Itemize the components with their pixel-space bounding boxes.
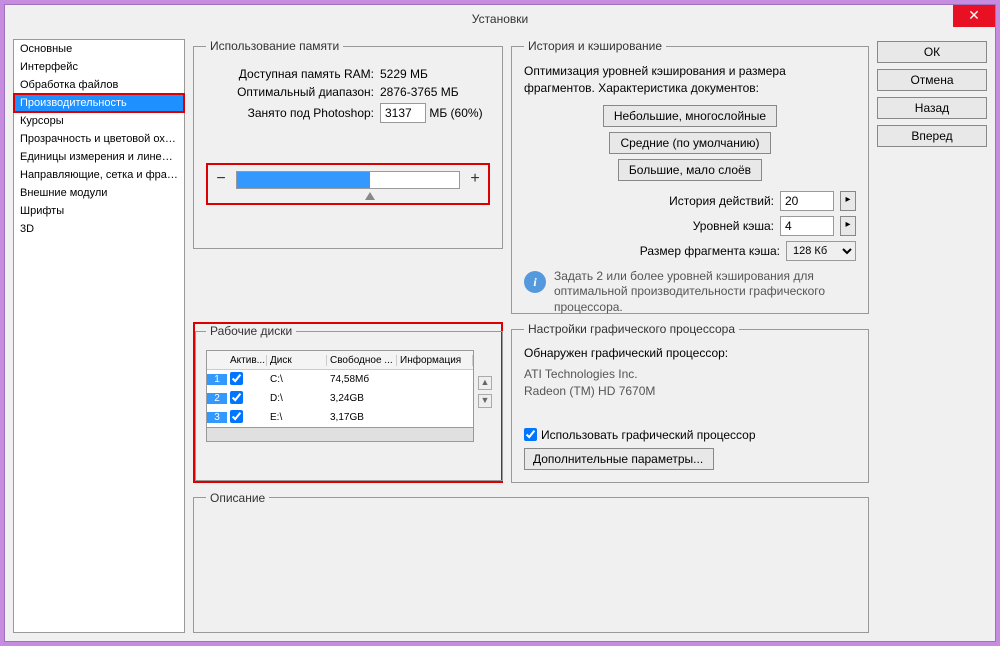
info-icon: i: [524, 271, 546, 293]
category-sidebar: Основные Интерфейс Обработка файлов Прои…: [13, 39, 185, 633]
sidebar-item-type[interactable]: Шрифты: [14, 202, 184, 220]
gpu-detected-label: Обнаружен графический процессор:: [524, 346, 856, 360]
col-free: Свободное ...: [327, 355, 397, 366]
memory-slider: − +: [206, 163, 490, 205]
slider-plus-button[interactable]: +: [466, 171, 484, 189]
sidebar-item-filehandling[interactable]: Обработка файлов: [14, 76, 184, 94]
memory-legend: Использование памяти: [206, 39, 343, 53]
ok-button[interactable]: ОК: [877, 41, 987, 63]
move-up-button[interactable]: ▲: [478, 376, 492, 390]
history-states-input[interactable]: [780, 191, 834, 211]
scratch-disks-highlight: Рабочие диски Актив... Диск Свободное ..…: [193, 322, 503, 483]
gpu-advanced-button[interactable]: Дополнительные параметры...: [524, 448, 714, 470]
preset-small-button[interactable]: Небольшие, многослойные: [603, 105, 777, 127]
slider-thumb-icon[interactable]: [365, 192, 375, 200]
available-ram-value: 5229 МБ: [380, 67, 490, 81]
cache-levels-label: Уровней кэша:: [693, 219, 774, 233]
sidebar-item-3d[interactable]: 3D: [14, 220, 184, 238]
sidebar-item-plugins[interactable]: Внешние модули: [14, 184, 184, 202]
move-down-button[interactable]: ▼: [478, 394, 492, 408]
col-active: Актив...: [227, 355, 267, 366]
cache-levels-input[interactable]: [780, 216, 834, 236]
used-by-ps-input[interactable]: [380, 103, 426, 123]
sidebar-item-units[interactable]: Единицы измерения и линейки: [14, 148, 184, 166]
sidebar-item-performance[interactable]: Производительность: [14, 94, 184, 112]
slider-minus-button[interactable]: −: [212, 171, 230, 189]
scratch-disks-group: Рабочие диски Актив... Диск Свободное ..…: [195, 324, 503, 481]
description-group: Описание: [193, 491, 869, 633]
used-by-ps-label: Занято под Photoshop:: [206, 106, 374, 120]
table-row[interactable]: 1 C:\ 74,58Мб: [207, 370, 473, 389]
history-states-label: История действий:: [669, 194, 774, 208]
cache-info-text: Задать 2 или более уровней кэширования д…: [554, 269, 856, 316]
use-gpu-label: Использовать графический процессор: [541, 428, 756, 442]
used-by-ps-suffix: МБ (60%): [429, 106, 482, 120]
cache-levels-stepper[interactable]: ▸: [840, 216, 856, 236]
table-row[interactable]: 3 E:\ 3,17GB: [207, 408, 473, 427]
disk-scrollbar[interactable]: [206, 428, 474, 442]
description-legend: Описание: [206, 491, 269, 505]
col-info: Информация: [397, 355, 473, 366]
cache-tile-label: Размер фрагмента кэша:: [640, 244, 780, 258]
disks-table: Актив... Диск Свободное ... Информация 1: [206, 350, 474, 428]
gpu-settings-group: Настройки графического процессора Обнару…: [511, 322, 869, 483]
next-button[interactable]: Вперед: [877, 125, 987, 147]
sidebar-item-interface[interactable]: Интерфейс: [14, 58, 184, 76]
history-states-stepper[interactable]: ▸: [840, 191, 856, 211]
table-row[interactable]: 2 D:\ 3,24GB: [207, 389, 473, 408]
cancel-button[interactable]: Отмена: [877, 69, 987, 91]
preferences-window: Установки ✕ Основные Интерфейс Обработка…: [4, 4, 996, 642]
history-cache-group: История и кэширование Оптимизация уровне…: [511, 39, 869, 314]
titlebar: Установки ✕: [5, 5, 995, 33]
cache-tile-select[interactable]: 128 Кб: [786, 241, 856, 261]
window-title: Установки: [472, 12, 528, 26]
disk-active-checkbox[interactable]: [230, 391, 243, 404]
ideal-range-label: Оптимальный диапазон:: [206, 85, 374, 99]
preset-big-button[interactable]: Большие, мало слоёв: [618, 159, 762, 181]
gpu-vendor: ATI Technologies Inc.: [524, 366, 856, 383]
history-legend: История и кэширование: [524, 39, 666, 53]
sidebar-item-general[interactable]: Основные: [14, 40, 184, 58]
dialog-buttons: ОК Отмена Назад Вперед: [877, 39, 987, 633]
available-ram-label: Доступная память RAM:: [206, 67, 374, 81]
close-button[interactable]: ✕: [953, 5, 995, 27]
history-description: Оптимизация уровней кэширования и размер…: [524, 63, 856, 97]
col-disk: Диск: [267, 355, 327, 366]
sidebar-item-transparency[interactable]: Прозрачность и цветовой охват: [14, 130, 184, 148]
slider-track[interactable]: [236, 171, 460, 189]
gpu-model: Radeon (TM) HD 7670M: [524, 383, 856, 400]
ideal-range-value: 2876-3765 МБ: [380, 85, 490, 99]
prev-button[interactable]: Назад: [877, 97, 987, 119]
disk-active-checkbox[interactable]: [230, 372, 243, 385]
disks-legend: Рабочие диски: [206, 324, 296, 338]
preset-default-button[interactable]: Средние (по умолчанию): [609, 132, 770, 154]
gpu-legend: Настройки графического процессора: [524, 322, 739, 336]
memory-usage-group: Использование памяти Доступная память RA…: [193, 39, 503, 249]
disk-active-checkbox[interactable]: [230, 410, 243, 423]
sidebar-item-guides[interactable]: Направляющие, сетка и фрагменты: [14, 166, 184, 184]
use-gpu-checkbox[interactable]: [524, 428, 537, 441]
sidebar-item-cursors[interactable]: Курсоры: [14, 112, 184, 130]
